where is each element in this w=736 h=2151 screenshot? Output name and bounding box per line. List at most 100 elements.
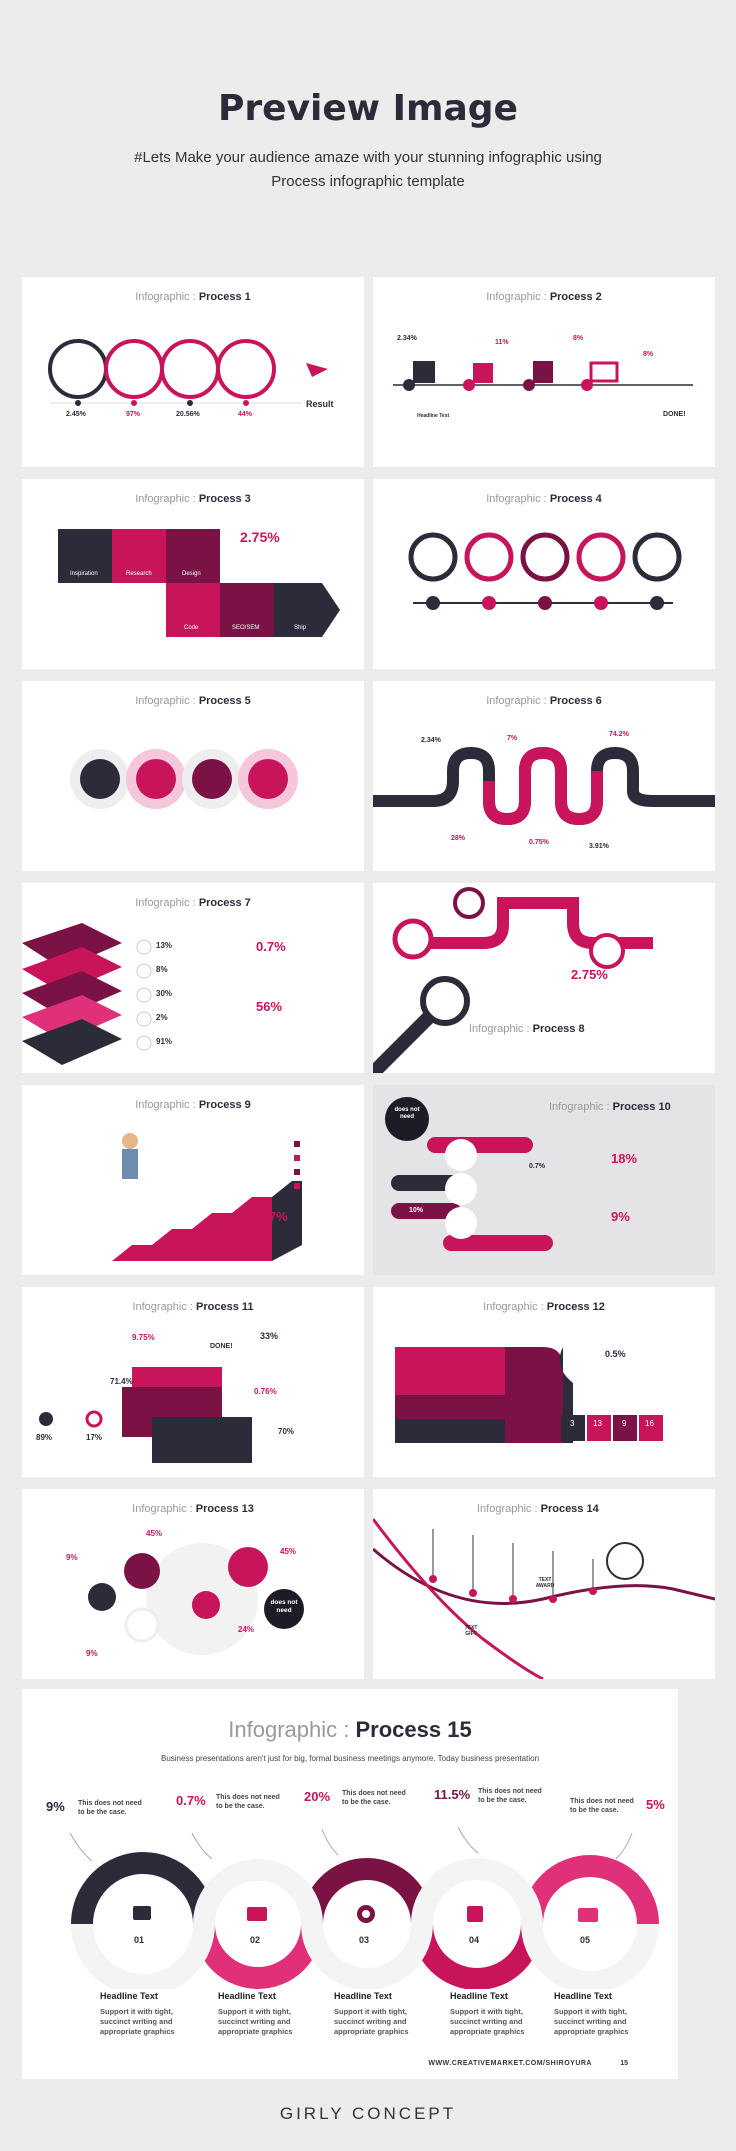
p11-value-7: 17%	[86, 1433, 103, 1442]
slide-process-3[interactable]: Infographic : Process 3 Inspiration Rese…	[22, 479, 364, 669]
p11-value-3: 71.4%	[110, 1377, 133, 1386]
p7-value-4: 2%	[156, 1013, 168, 1022]
p2-value-2: 11%	[495, 339, 509, 346]
p12-box-1: 3	[570, 1419, 575, 1428]
gear-icon	[357, 1905, 375, 1923]
p13-value-4: 24%	[238, 1625, 255, 1634]
p2-headline: Headline Text	[417, 413, 450, 419]
process-7-graphic	[22, 923, 152, 1065]
p3-step-5: SEO/SEM	[232, 625, 260, 631]
slide-process-15[interactable]: Infographic : Process 15 Business presen…	[22, 1689, 678, 2079]
process-12-graphic	[395, 1347, 663, 1443]
p12-value: 0.5%	[605, 1349, 626, 1359]
slide-process-6[interactable]: Infographic : Process 6 2.34% 7% 74.2% 2…	[373, 681, 715, 871]
p7-value-5: 91%	[156, 1037, 173, 1046]
p3-step-2: Research	[126, 571, 152, 577]
p11-value-4: 0.76%	[254, 1387, 277, 1396]
slide-process-11[interactable]: Infographic : Process 11 9.75% 33% 71.4%…	[22, 1287, 364, 1477]
p2-value-3: 8%	[573, 335, 584, 342]
step-desc-1: Support it with tight, succinct writing …	[100, 2007, 175, 2036]
slide-process-7[interactable]: Infographic : Process 7 13% 8% 30% 2% 91…	[22, 883, 364, 1073]
p13-value-3: 45%	[280, 1547, 297, 1556]
p8-value: 2.75%	[571, 967, 608, 982]
puzzle-icon	[467, 1906, 483, 1922]
slide-process-4[interactable]: Infographic : Process 4	[373, 479, 715, 669]
step-headline-3: Headline Text	[334, 1991, 392, 2001]
slide-process-2[interactable]: Infographic : Process 2 2.34% 11% 8% 8% …	[373, 277, 715, 467]
p7-big-1: 0.7%	[256, 939, 286, 954]
step-desc-2: Support it with tight, succinct writing …	[218, 2007, 293, 2036]
p2-value-1: 2.34%	[397, 335, 417, 342]
process-13-graphic	[88, 1543, 304, 1655]
slide-process-9[interactable]: Infographic : Process 9 0.7%	[22, 1085, 364, 1275]
p1-value-2: 97%	[126, 411, 141, 418]
slide-process-1[interactable]: Infographic : Process 1 2.45% 97% 20.56%…	[22, 277, 364, 467]
step-num-2: 02	[250, 1935, 261, 1945]
p13-value-5: 9%	[86, 1649, 98, 1658]
p13-value-2: 9%	[66, 1553, 78, 1562]
slide-process-5[interactable]: Infographic : Process 5	[22, 681, 364, 871]
p13-badge: does not need	[270, 1599, 298, 1614]
p9-value: 0.7%	[258, 1209, 288, 1224]
slide-title: Infographic : Process 8	[469, 1023, 585, 1035]
p14-label-1: TEXT AWARD	[535, 1577, 555, 1589]
p10-value-4: 9%	[611, 1209, 630, 1224]
p13-value-1: 45%	[146, 1529, 163, 1538]
step-headline-5: Headline Text	[554, 1991, 612, 2001]
slide-process-10[interactable]: Infographic : Process 10 does not need 0…	[373, 1085, 715, 1275]
step-desc-5: Support it with tight, succinct writing …	[554, 2007, 629, 2036]
p3-value: 2.75%	[240, 529, 280, 545]
p7-big-2: 56%	[256, 999, 283, 1014]
p3-step-4: Code	[184, 625, 199, 631]
p7-value-3: 30%	[156, 989, 173, 998]
header: Preview Image #Lets Make your audience a…	[0, 0, 736, 270]
process-10-graphic	[385, 1097, 553, 1251]
slide-process-8[interactable]: 2.75% Infographic : Process 8	[373, 883, 715, 1073]
step-desc-4: Support it with tight, succinct writing …	[450, 2007, 525, 2036]
p6-value-3: 74.2%	[609, 731, 629, 738]
p3-step-6: Ship	[294, 625, 307, 631]
p3-step-1: Inspiration	[70, 571, 98, 577]
site-url: WWW.CREATIVEMARKET.COM/SHIROYURA	[428, 2060, 592, 2067]
p2-value-4: 8%	[643, 351, 654, 358]
p11-value-6: 89%	[36, 1433, 53, 1442]
step-headline-1: Headline Text	[100, 1991, 158, 2001]
p6-value-5: 0.75%	[529, 839, 549, 846]
p1-value-4: 44%	[238, 411, 253, 418]
slide-process-12[interactable]: Infographic : Process 12 0.5% 3 13 9 16	[373, 1287, 715, 1477]
p11-value-2: 33%	[260, 1331, 279, 1341]
step-num-4: 04	[469, 1935, 480, 1945]
step-num-3: 03	[359, 1935, 370, 1945]
process-5-graphic	[70, 749, 298, 809]
page-subtitle: #Lets Make your audience amaze with your…	[134, 149, 602, 190]
p11-value-5: 70%	[278, 1427, 295, 1436]
p6-value-4: 28%	[451, 835, 466, 842]
p3-step-3: Design	[182, 571, 201, 577]
process-2-graphic	[393, 361, 693, 391]
slide-process-13[interactable]: Infographic : Process 13 45% 9% 45% 24% …	[22, 1489, 364, 1679]
process-8-graphic	[373, 887, 653, 1073]
process-9-graphic	[112, 1133, 302, 1261]
p10-value-1: 0.7%	[529, 1163, 545, 1170]
briefcase-icon	[133, 1906, 151, 1920]
page-title: Preview Image	[218, 88, 518, 129]
p1-result: Result	[306, 399, 334, 409]
p14-label-2: TEXT GIFT	[464, 1625, 478, 1637]
p6-value-1: 2.34%	[421, 737, 441, 744]
p7-value-1: 13%	[156, 941, 173, 950]
step-headline-2: Headline Text	[218, 1991, 276, 2001]
brand-footer: GIRLY CONCEPT	[279, 2104, 457, 2123]
process-4-graphic	[408, 532, 682, 610]
p12-box-3: 9	[622, 1419, 627, 1428]
p10-value-3: 18%	[611, 1151, 638, 1166]
folder-icon	[578, 1908, 598, 1922]
process-1-graphic	[48, 339, 328, 406]
p1-value-1: 2.45%	[66, 411, 86, 418]
p10-badge: does not need	[394, 1107, 420, 1120]
step-num-5: 05	[580, 1935, 591, 1945]
step-desc-3: Support it with tight, succinct writing …	[334, 2007, 409, 2036]
slide-process-14[interactable]: Infographic : Process 14 TEXT AWARD TEXT…	[373, 1489, 715, 1679]
page-number: 15	[620, 2060, 628, 2067]
p10-value-2: 10%	[409, 1207, 424, 1214]
p6-value-6: 3.91%	[589, 843, 609, 850]
